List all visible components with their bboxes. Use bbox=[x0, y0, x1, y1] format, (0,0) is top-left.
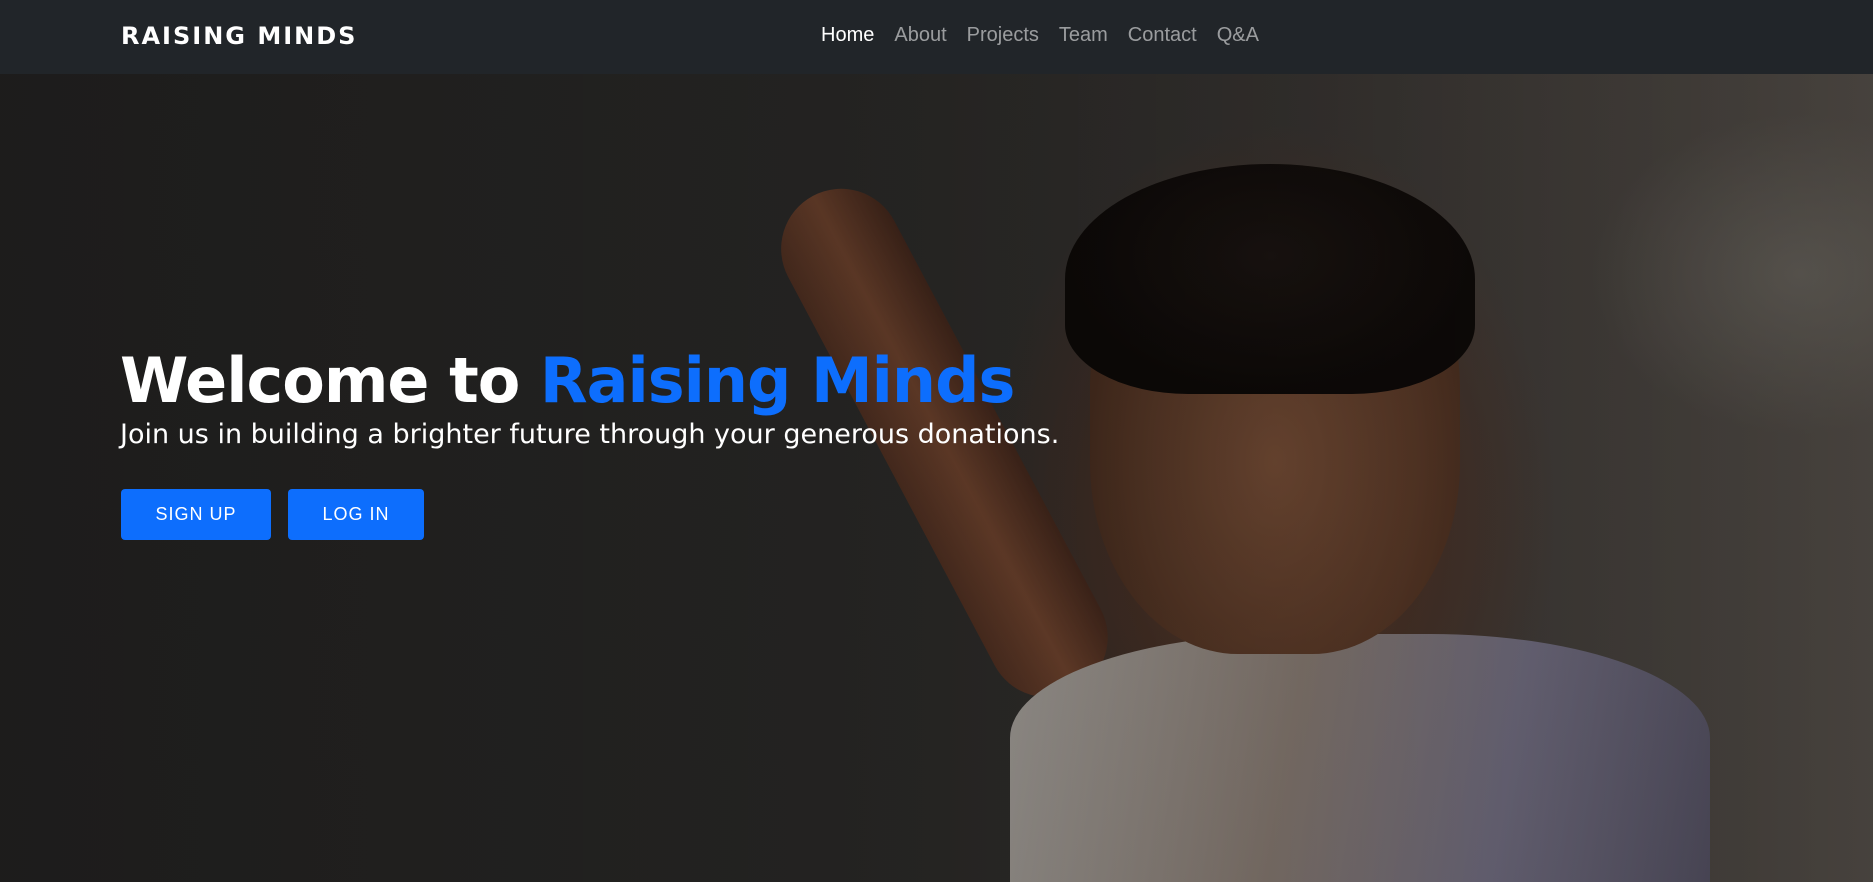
nav-item-home[interactable]: Home bbox=[821, 24, 874, 47]
hero-title-accent: Raising Minds bbox=[539, 344, 1015, 417]
brand-logo[interactable]: RAISING MINDS bbox=[121, 22, 357, 50]
signup-button[interactable]: SIGN UP bbox=[121, 489, 271, 540]
hero-section: Welcome to Raising Minds Join us in buil… bbox=[0, 74, 1873, 882]
top-navbar: RAISING MINDS Home About Projects Team C… bbox=[0, 0, 1873, 74]
hero-title-prefix: Welcome to bbox=[120, 344, 520, 417]
login-button[interactable]: LOG IN bbox=[288, 489, 424, 540]
hero-subtitle: Join us in building a brighter future th… bbox=[120, 419, 1060, 450]
nav-item-about[interactable]: About bbox=[894, 24, 946, 47]
nav-item-projects[interactable]: Projects bbox=[967, 24, 1039, 47]
hero-title: Welcome to Raising Minds bbox=[120, 344, 1015, 417]
nav-item-contact[interactable]: Contact bbox=[1128, 24, 1197, 47]
hero-overlay bbox=[0, 74, 1873, 882]
nav-item-team[interactable]: Team bbox=[1059, 24, 1108, 47]
nav-item-qa[interactable]: Q&A bbox=[1217, 24, 1259, 47]
nav-links: Home About Projects Team Contact Q&A bbox=[821, 24, 1259, 47]
